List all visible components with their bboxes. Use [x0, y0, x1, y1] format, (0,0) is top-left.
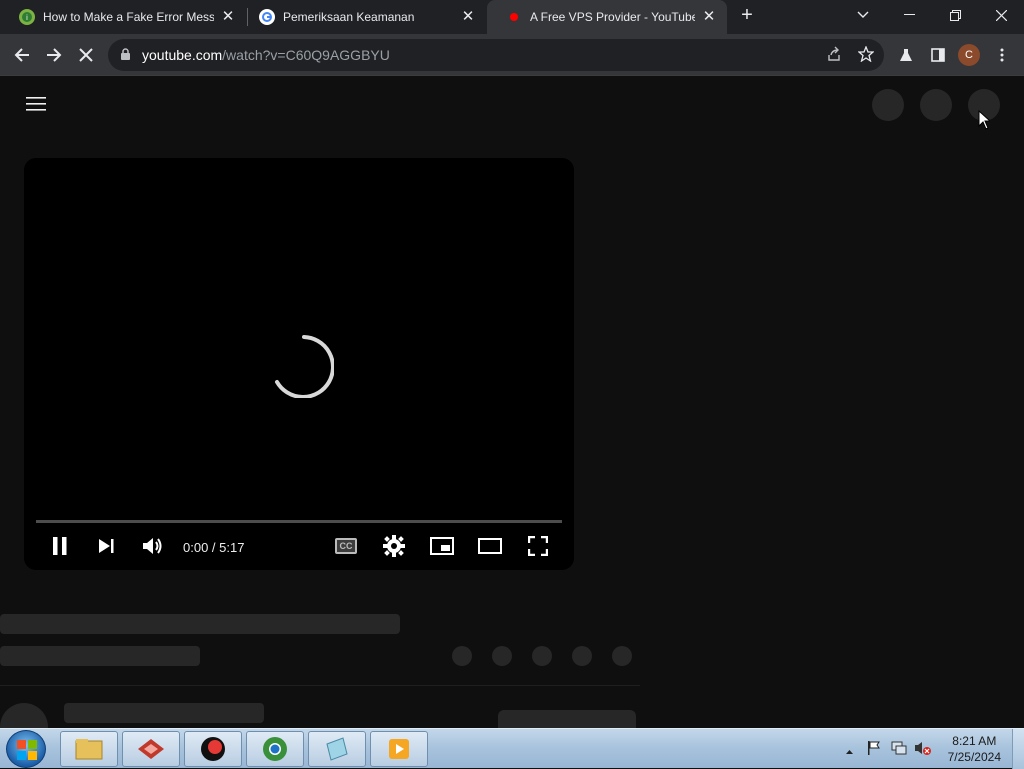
close-tab-icon[interactable]: ✕ [460, 9, 476, 25]
tab-search-chevron-icon[interactable] [840, 0, 886, 30]
taskbar-chrome-icon[interactable] [246, 731, 304, 767]
tab-youtube[interactable]: A Free VPS Provider - YouTube ✕ [487, 0, 727, 34]
action-placeholder-circle [492, 646, 512, 666]
meta-placeholder [0, 646, 200, 666]
taskbar-notes-icon[interactable] [308, 731, 366, 767]
bookmark-star-icon[interactable] [857, 45, 875, 67]
start-button[interactable] [6, 730, 46, 768]
site-favicon-icon: i [19, 9, 35, 25]
time-display: 0:00 / 5:17 [183, 540, 245, 555]
back-arrow-icon[interactable] [10, 43, 34, 67]
fullscreen-icon[interactable] [524, 532, 552, 560]
theater-mode-icon[interactable] [476, 532, 504, 560]
menu-kebab-icon[interactable] [990, 43, 1014, 67]
action-center-flag-icon[interactable] [866, 740, 882, 761]
minimize-button[interactable] [886, 0, 932, 30]
windows-taskbar: 8:21 AM 7/25/2024 [0, 728, 1024, 769]
loading-spinner-icon [274, 332, 335, 403]
taskbar-video-icon[interactable] [370, 731, 428, 767]
tab-pemeriksaan[interactable]: Pemeriksaan Keamanan ✕ [240, 0, 486, 34]
action-placeholder-circle [452, 646, 472, 666]
new-tab-button[interactable]: + [725, 0, 769, 30]
stop-loading-icon[interactable] [74, 43, 98, 67]
pause-button[interactable] [46, 532, 74, 560]
settings-gear-icon[interactable] [380, 532, 408, 560]
profile-avatar[interactable]: C [958, 44, 980, 66]
action-placeholder-circle [612, 646, 632, 666]
captions-button[interactable]: CC [332, 532, 360, 560]
youtube-icon [506, 9, 522, 25]
video-player[interactable]: 0:00 / 5:17 CC [24, 158, 574, 570]
browser-toolbar: youtube.com/watch?v=C60Q9AGGBYU C [0, 34, 1024, 76]
restore-button[interactable] [932, 0, 978, 30]
share-icon[interactable] [826, 46, 842, 67]
close-tab-icon[interactable]: ✕ [701, 9, 717, 25]
system-clock[interactable]: 8:21 AM 7/25/2024 [948, 733, 1001, 765]
header-placeholder-circle [920, 89, 952, 121]
close-tab-icon[interactable]: ✕ [220, 9, 236, 25]
miniplayer-icon[interactable] [428, 532, 456, 560]
cc-label: CC [335, 538, 357, 554]
channel-name-placeholder [64, 703, 264, 723]
labs-flask-icon[interactable] [894, 43, 918, 67]
volume-icon[interactable] [139, 532, 167, 560]
next-button[interactable] [92, 532, 120, 560]
header-placeholder-circle [872, 89, 904, 121]
tab-title: How to Make a Fake Error Messa [43, 10, 214, 24]
volume-muted-icon[interactable] [914, 740, 932, 761]
clock-time: 8:21 AM [952, 734, 997, 748]
clock-date: 7/25/2024 [947, 750, 1001, 764]
title-placeholder [0, 614, 400, 634]
taskbar-winrar-icon[interactable] [122, 731, 180, 767]
action-placeholder-circle [532, 646, 552, 666]
close-window-button[interactable] [978, 0, 1024, 30]
lock-icon[interactable] [120, 48, 131, 66]
address-bar[interactable]: youtube.com/watch?v=C60Q9AGGBYU [108, 39, 884, 71]
show-hidden-icons-chevron-icon[interactable] [845, 742, 854, 760]
taskbar-explorer-icon[interactable] [60, 731, 118, 767]
tab-strip: i How to Make a Fake Error Messa ✕ Pemer… [0, 0, 1024, 34]
tab-title: A Free VPS Provider - YouTube [530, 10, 695, 24]
svg-text:i: i [26, 14, 28, 22]
divider [0, 685, 640, 686]
mouse-cursor-icon [978, 109, 992, 135]
tab-fake-error[interactable]: i How to Make a Fake Error Messa ✕ [0, 0, 246, 34]
show-desktop-button[interactable] [1012, 729, 1024, 769]
google-icon [259, 9, 275, 25]
url-text: youtube.com/watch?v=C60Q9AGGBYU [142, 47, 390, 63]
action-placeholder-circle [572, 646, 592, 666]
tab-title: Pemeriksaan Keamanan [283, 10, 415, 24]
youtube-page: 0:00 / 5:17 CC [0, 76, 1024, 751]
side-panel-icon[interactable] [926, 43, 950, 67]
taskbar-media-icon[interactable] [184, 731, 242, 767]
network-icon[interactable] [890, 740, 908, 761]
progress-bar[interactable] [36, 520, 562, 523]
forward-arrow-icon[interactable] [42, 43, 66, 67]
hamburger-menu-icon[interactable] [26, 97, 46, 116]
